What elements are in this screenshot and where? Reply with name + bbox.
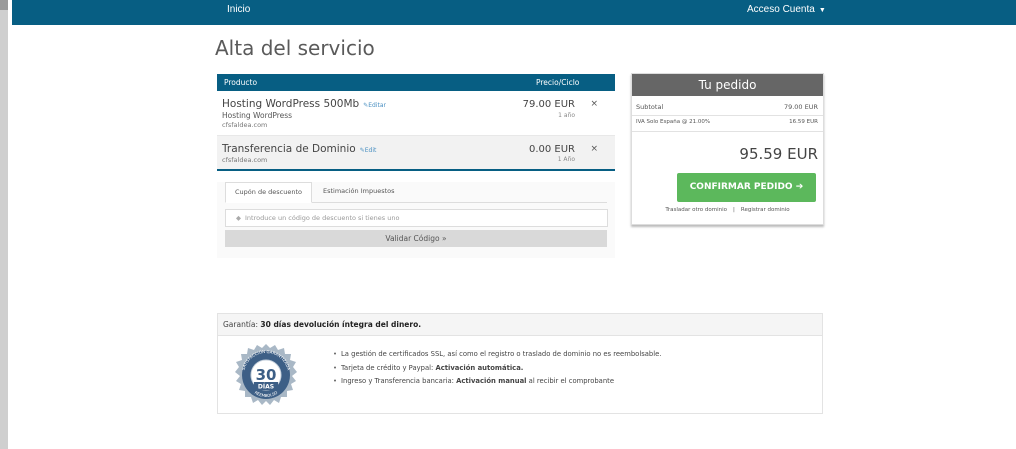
register-domain-link[interactable]: Registrar dominio	[741, 207, 790, 213]
edit-label: Edit	[364, 147, 377, 154]
list-item-text: La gestión de certificados SSL, así como…	[341, 350, 662, 358]
guarantee-seal-badge: SATISFACCIÓN GARANTIZADA REEMBOLSO 30 DÍ…	[235, 344, 297, 405]
column-price: Precio/Ciclo	[536, 78, 580, 87]
list-item-text-after: al recibir el comprobante	[526, 377, 614, 385]
order-summary-title: Tu pedido	[632, 74, 823, 96]
item-name: Hosting WordPress 500Mb ✎Editar	[222, 98, 386, 110]
item-name-text: Hosting WordPress 500Mb	[222, 98, 360, 110]
tag-icon: ◆	[236, 214, 241, 222]
item-cycle: 1 año	[558, 112, 575, 119]
guarantee-panel: Garantía: 30 días devolución íntegra del…	[217, 313, 823, 414]
nav-home-link[interactable]: Inicio	[227, 4, 250, 15]
list-item-bold: Activación automática.	[435, 363, 524, 372]
guarantee-highlight: 30 días devolución íntegra del dinero.	[260, 320, 422, 329]
cart-item-hosting: Hosting WordPress 500Mb ✎Editar Hosting W…	[217, 91, 615, 136]
order-total: 95.59 EUR	[739, 145, 818, 163]
nav-account-label: Acceso Cuenta	[747, 4, 815, 15]
remove-item-button[interactable]: ×	[590, 144, 598, 154]
item-name-text: Transferencia de Dominio	[222, 143, 356, 155]
list-item: Ingreso y Transferencia bancaria: Activa…	[333, 377, 661, 391]
guarantee-prefix: Garantía:	[223, 320, 258, 329]
nav-account-link[interactable]: Acceso Cuenta ▼	[747, 4, 826, 15]
item-domain: cfsfaldea.com	[222, 121, 268, 129]
seal-word: DÍAS	[258, 383, 274, 391]
tax-value: 16.59 EUR	[789, 119, 818, 125]
guarantee-header: Garantía: 30 días devolución íntegra del…	[218, 314, 822, 336]
divider	[632, 115, 823, 116]
coupon-tabs: Cupón de descuento Estimación Impuestos	[225, 182, 607, 203]
subtotal-row: Subtotal 79.00 EUR	[636, 103, 818, 111]
tab-discount[interactable]: Cupón de descuento	[225, 182, 312, 203]
remove-item-button[interactable]: ×	[590, 99, 598, 109]
column-product: Producto	[224, 78, 258, 87]
subtotal-value: 79.00 EUR	[783, 103, 818, 111]
order-links: Trasladar otro dominio | Registrar dominio	[632, 207, 823, 213]
page-title: Alta del servicio	[215, 36, 375, 60]
cart-table-header: Producto Precio/Ciclo	[217, 74, 615, 91]
item-price: 0.00 EUR	[528, 144, 575, 155]
tab-tax-estimate[interactable]: Estimación Impuestos	[314, 182, 404, 201]
seal-number: 30	[256, 366, 277, 384]
item-price: 79.00 EUR	[522, 99, 575, 110]
list-item-text: Tarjeta de crédito y Paypal:	[341, 363, 436, 372]
validate-code-button[interactable]: Validar Código »	[225, 230, 607, 247]
subtotal-label: Subtotal	[636, 103, 664, 111]
top-navbar: Inicio Acceso Cuenta ▼	[12, 0, 1016, 25]
tax-row: IVA Solo España @ 21.00% 16.59 EUR	[636, 119, 818, 125]
edit-item-link[interactable]: ✎Editar	[363, 102, 386, 109]
list-item: Tarjeta de crédito y Paypal: Activación …	[333, 364, 661, 378]
item-name: Transferencia de Dominio ✎Edit	[222, 143, 376, 155]
list-item-text: Ingreso y Transferencia bancaria:	[341, 377, 457, 385]
confirm-order-button[interactable]: CONFIRMAR PEDIDO ➔	[677, 173, 816, 202]
left-edge-notch	[0, 0, 8, 10]
arrow-right-icon: ➔	[795, 182, 804, 192]
confirm-label: CONFIRMAR PEDIDO	[689, 182, 793, 192]
order-summary: Tu pedido Subtotal 79.00 EUR IVA Solo Es…	[631, 73, 824, 225]
coupon-placeholder: Introduce un código de descuento si tien…	[245, 214, 400, 222]
item-group: Hosting WordPress	[222, 111, 293, 120]
edit-label: Editar	[368, 102, 387, 109]
coupon-panel: Cupón de descuento Estimación Impuestos …	[217, 182, 615, 258]
chevron-down-icon: ▼	[818, 7, 826, 14]
cart-item-transfer: Transferencia de Dominio ✎Edit cfsfaldea.…	[217, 136, 615, 171]
item-domain: cfsfaldea.com	[222, 156, 268, 164]
guarantee-list: La gestión de certificados SSL, así como…	[333, 350, 661, 391]
divider	[632, 131, 823, 132]
item-cycle: 1 Año	[557, 156, 575, 163]
transfer-domain-link[interactable]: Trasladar otro dominio	[665, 207, 727, 213]
cart-table: Producto Precio/Ciclo Hosting WordPress …	[217, 74, 615, 258]
edit-item-link[interactable]: ✎Edit	[360, 147, 377, 154]
tax-label: IVA Solo España @ 21.00%	[636, 119, 711, 125]
list-item-bold: Activación manual	[456, 377, 527, 385]
left-edge-strip	[0, 0, 8, 449]
link-separator: |	[733, 207, 735, 213]
list-item: La gestión de certificados SSL, así como…	[333, 350, 661, 364]
coupon-code-input[interactable]: ◆ Introduce un código de descuento si tie…	[225, 209, 608, 227]
